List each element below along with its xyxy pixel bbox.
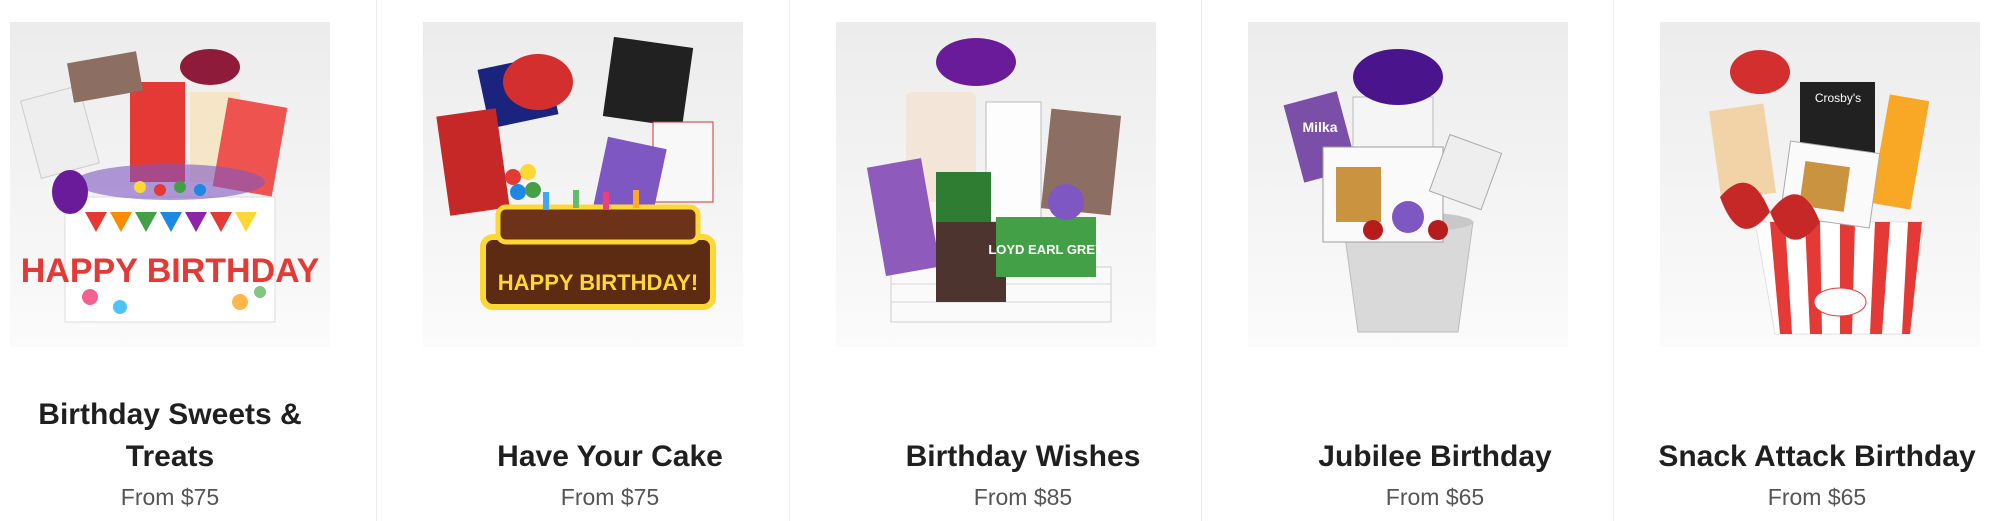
product-image[interactable]: HAPPY BIRTHDAY bbox=[10, 22, 330, 347]
product-info: Birthday Sweets & Treats From $75 bbox=[0, 394, 340, 511]
product-price: From $65 bbox=[1767, 484, 1867, 510]
product-name[interactable]: Snack Attack Birthday bbox=[1647, 436, 1987, 478]
container-print: Milka bbox=[1302, 119, 1337, 135]
container-print: LOYD EARL GREY bbox=[988, 242, 1104, 257]
product-price: From $65 bbox=[1385, 484, 1485, 510]
product-name[interactable]: Have Your Cake bbox=[460, 436, 760, 478]
product-card-snack-attack-birthday[interactable]: Crosby's Snack Attack Birthday From $65 bbox=[1614, 0, 1999, 521]
product-name[interactable]: Birthday Wishes bbox=[873, 436, 1173, 478]
product-price: From $75 bbox=[120, 484, 220, 510]
gift-basket-illustration: HAPPY BIRTHDAY! bbox=[436, 36, 716, 310]
product-info: Snack Attack Birthday From $65 bbox=[1647, 436, 1987, 511]
product-card-jubilee-birthday[interactable]: Milka Jubilee Birthday From $65 bbox=[1202, 0, 1614, 521]
product-image[interactable]: Milka bbox=[1248, 22, 1568, 347]
container-print: HAPPY BIRTHDAY bbox=[21, 252, 320, 290]
product-image[interactable]: LOYD EARL GREY bbox=[836, 22, 1156, 347]
product-grid: HAPPY BIRTHDAY Birthday Sweets & Treats … bbox=[0, 0, 1999, 521]
product-info: Jubilee Birthday From $65 bbox=[1265, 436, 1605, 511]
gift-basket-illustration: Crosby's bbox=[1708, 50, 1930, 335]
product-info: Have Your Cake From $75 bbox=[440, 436, 780, 511]
gift-basket-illustration: LOYD EARL GREY bbox=[866, 38, 1122, 323]
product-image[interactable]: Crosby's bbox=[1660, 22, 1980, 347]
product-image[interactable]: HAPPY BIRTHDAY! bbox=[423, 22, 743, 347]
product-price: From $75 bbox=[560, 484, 660, 510]
product-card-have-your-cake[interactable]: HAPPY BIRTHDAY! Have Your Cake From $75 bbox=[377, 0, 790, 521]
gift-basket-illustration: HAPPY BIRTHDAY bbox=[20, 49, 320, 323]
container-print: HAPPY BIRTHDAY! bbox=[498, 270, 698, 295]
product-card-birthday-wishes[interactable]: LOYD EARL GREY Birthday Wishes From $85 bbox=[790, 0, 1202, 521]
product-name[interactable]: Birthday Sweets & Treats bbox=[20, 394, 320, 478]
product-name[interactable]: Jubilee Birthday bbox=[1285, 436, 1585, 478]
product-card-birthday-sweets[interactable]: HAPPY BIRTHDAY Birthday Sweets & Treats … bbox=[0, 0, 377, 521]
product-info: Birthday Wishes From $85 bbox=[853, 436, 1193, 511]
container-print: Crosby's bbox=[1815, 91, 1861, 105]
product-price: From $85 bbox=[973, 484, 1073, 510]
gift-basket-illustration: Milka bbox=[1283, 49, 1503, 333]
